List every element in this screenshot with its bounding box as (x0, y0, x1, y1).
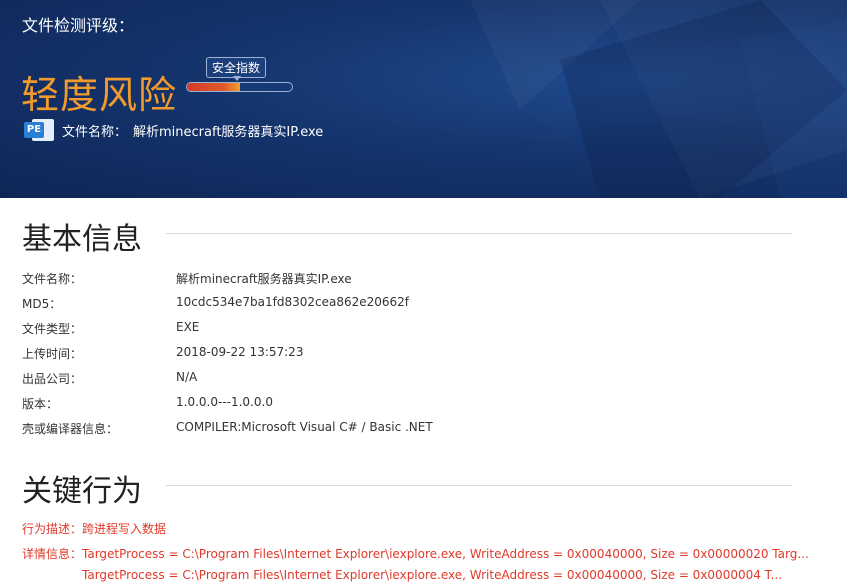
info-value: 10cdc534e7ba1fd8302cea862e20662f (176, 295, 410, 309)
pe-file-icon: PE (24, 119, 54, 141)
info-key: 文件名称： (22, 272, 83, 286)
info-value: 2018-09-22 13:57:23 (176, 345, 304, 359)
basic-info-title: 基本信息 (22, 222, 142, 257)
info-key: 上传时间： (22, 347, 83, 361)
section-divider (166, 485, 792, 486)
info-value: 解析minecraft服务器真实IP.exe (176, 272, 352, 286)
info-key: MD5： (22, 297, 62, 311)
safety-index-meter (186, 82, 293, 92)
safety-index-fill (187, 83, 240, 91)
behavior-detail-next: TargetProcess = C:\Program Files\Interne… (82, 568, 783, 582)
pe-icon-tag: PE (24, 122, 44, 138)
info-key: 版本： (22, 397, 59, 411)
info-value: EXE (176, 320, 200, 334)
info-key: 出品公司： (22, 372, 83, 386)
info-value: N/A (176, 370, 198, 384)
section-divider (166, 233, 792, 234)
rating-label: 文件检测评级： (22, 16, 135, 35)
info-key: 壳或编译器信息： (22, 422, 119, 436)
result-banner: 文件检测评级： 轻度风险 安全指数 PE 文件名称： 解析minecraft服务… (0, 0, 847, 198)
info-value: 1.0.0.0---1.0.0.0 (176, 395, 273, 409)
behavior-description: 行为描述：跨进程写入数据 (22, 522, 167, 536)
safety-index-tooltip: 安全指数 (206, 57, 267, 78)
file-info-line: PE 文件名称： 解析minecraft服务器真实IP.exe (24, 119, 323, 141)
info-value: COMPILER:Microsoft Visual C# / Basic .NE… (176, 420, 433, 434)
key-behavior-title: 关键行为 (22, 474, 142, 509)
info-key: 文件类型： (22, 322, 83, 336)
behavior-detail: 详情信息：TargetProcess = C:\Program Files\In… (22, 547, 809, 561)
risk-level: 轻度风险 (21, 73, 178, 117)
file-name-label: 文件名称： (62, 124, 128, 140)
tooltip-arrow (233, 76, 241, 81)
file-name-value: 解析minecraft服务器真实IP.exe (133, 124, 324, 140)
